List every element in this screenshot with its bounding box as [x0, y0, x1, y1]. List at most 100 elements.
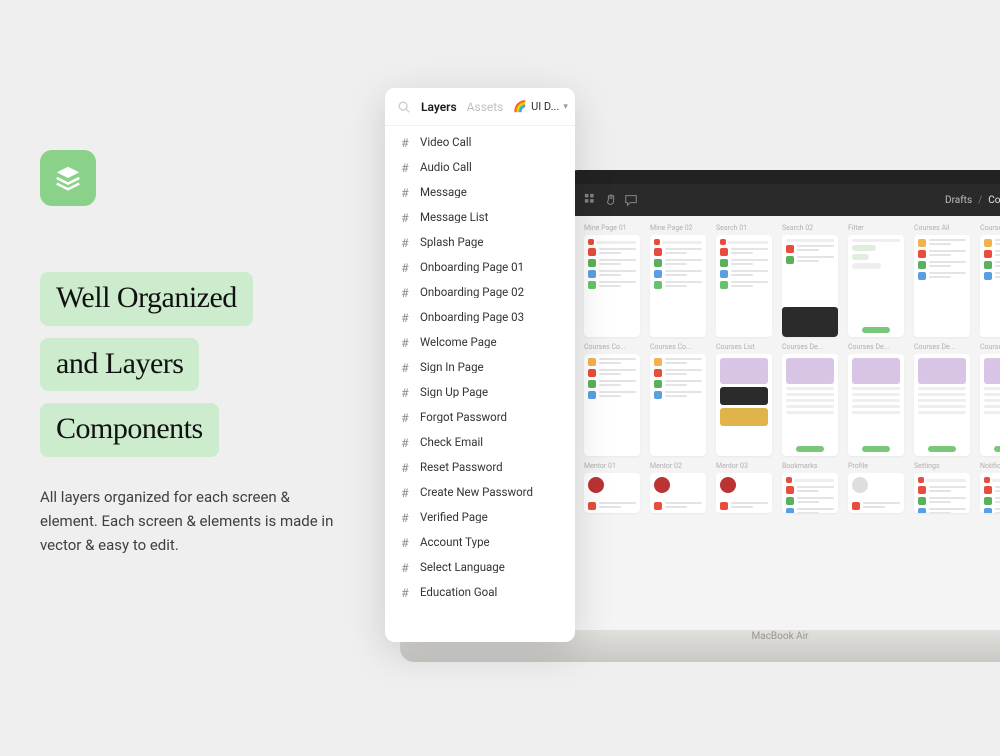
headline-line-1: Well Organized [40, 272, 253, 326]
project-selector[interactable]: 🌈 UI D... ▾ [513, 100, 567, 113]
breadcrumb-file[interactable]: Coursa - Online Learning M... [988, 195, 1000, 206]
frame-icon: # [399, 286, 411, 300]
layer-row[interactable]: # Onboarding Page 02 [385, 280, 575, 305]
canvas-frame[interactable]: Courses Co... [584, 343, 640, 456]
comment-tool-icon[interactable] [624, 193, 638, 207]
frame-label: Mentor 02 [650, 462, 682, 470]
layer-row[interactable]: # Education Goal [385, 580, 575, 605]
layer-label: Sign In Page [420, 362, 484, 374]
layer-row[interactable]: # Account Type [385, 530, 575, 555]
frame-preview [584, 354, 640, 456]
layer-row[interactable]: #Reset Password [385, 455, 575, 480]
layer-row[interactable]: #Video Call [385, 130, 575, 155]
layer-row[interactable]: #Message List [385, 205, 575, 230]
frame-icon: # [399, 211, 411, 225]
frame-label: Filter [848, 224, 864, 232]
layer-row[interactable]: # Sign In Page [385, 355, 575, 380]
canvas-frame[interactable]: Courses Su... [980, 224, 1000, 337]
canvas-frame[interactable]: Courses De... [980, 343, 1000, 456]
frame-preview [914, 473, 970, 513]
canvas-frame[interactable]: Courses De... [914, 343, 970, 456]
frame-icon: # [399, 411, 411, 425]
layer-row[interactable]: #Onboarding Page 01 [385, 255, 575, 280]
frame-icon: # [399, 536, 411, 550]
frame-label: Courses De... [980, 343, 1000, 351]
frame-label: Courses Co... [650, 343, 692, 351]
frame-label: Mentor 01 [584, 462, 616, 470]
layer-label: Sign Up Page [420, 387, 488, 399]
breadcrumb-folder[interactable]: Drafts [945, 195, 972, 206]
frame-icon: # [399, 586, 411, 600]
canvas-frame[interactable]: Search 01 [716, 224, 772, 337]
frame-icon: # [399, 461, 411, 475]
layer-row[interactable]: #Welcome Page [385, 330, 575, 355]
canvas-frame[interactable]: Mentor 03 [716, 462, 772, 513]
frame-preview [650, 354, 706, 456]
canvas-frame[interactable]: Mentor 02 [650, 462, 706, 513]
canvas-frame[interactable]: Profile [848, 462, 904, 513]
layer-row[interactable]: #Audio Call [385, 155, 575, 180]
layer-row[interactable]: # Message [385, 180, 575, 205]
canvas-frame[interactable]: Mine Page 01 [584, 224, 640, 337]
frame-icon: # [399, 361, 411, 375]
layer-row[interactable]: #Verified Page [385, 505, 575, 530]
move-tool-icon[interactable] [584, 193, 598, 207]
canvas-frame[interactable]: Courses De... [782, 343, 838, 456]
layer-label: Message [420, 187, 467, 199]
frame-preview [782, 473, 838, 513]
frame-label: Notification [980, 462, 1000, 470]
canvas-frame[interactable]: Notification [980, 462, 1000, 513]
layer-row[interactable]: #Onboarding Page 03 [385, 305, 575, 330]
frame-preview [650, 473, 706, 513]
layer-row[interactable]: #Sign Up Page [385, 380, 575, 405]
layer-row[interactable]: #Create New Password [385, 480, 575, 505]
breadcrumb-separator: / [978, 195, 982, 206]
layer-label: Onboarding Page 02 [420, 287, 524, 299]
layer-row[interactable]: #Select Language [385, 555, 575, 580]
headline-line-3: Components [40, 403, 219, 457]
canvas-frame[interactable]: Courses List [716, 343, 772, 456]
canvas-frame[interactable]: Courses All [914, 224, 970, 337]
frame-label: Search 02 [782, 224, 813, 232]
frame-label: Mine Page 02 [650, 224, 693, 232]
frame-icon: # [399, 511, 411, 525]
canvas-frame[interactable]: Bookmarks [782, 462, 838, 513]
canvas-frame[interactable]: Courses De... [848, 343, 904, 456]
hand-tool-icon[interactable] [604, 193, 618, 207]
layers-badge-icon [40, 150, 96, 206]
frame-label: Profile [848, 462, 868, 470]
layer-row[interactable]: # Forgot Password [385, 405, 575, 430]
canvas-frame[interactable]: Mentor 01 [584, 462, 640, 513]
canvas-frame[interactable]: Settings [914, 462, 970, 513]
figma-canvas[interactable]: Mine Page 01 Mine Page 02 Search 01 Search … [574, 216, 1000, 630]
frame-icon: # [399, 136, 411, 150]
frame-icon: # [399, 561, 411, 575]
canvas-frame[interactable]: Courses Co... [650, 343, 706, 456]
breadcrumb[interactable]: Drafts / Coursa - Online Learning M... ▾ [945, 193, 1000, 207]
search-icon[interactable] [397, 100, 411, 114]
frame-preview [848, 235, 904, 337]
layer-row[interactable]: #Splash Page [385, 230, 575, 255]
frame-preview [914, 354, 970, 456]
frame-label: Courses De... [848, 343, 889, 351]
canvas-frame[interactable]: Filter [848, 224, 904, 337]
tab-layers[interactable]: Layers [421, 100, 457, 114]
layer-label: Account Type [420, 537, 490, 549]
frame-label: Settings [914, 462, 940, 470]
layer-row[interactable]: #Check Email [385, 430, 575, 455]
layer-label: Onboarding Page 01 [420, 262, 524, 274]
canvas-frame[interactable]: Search 02 [782, 224, 838, 337]
frame-icon: # [399, 186, 411, 200]
canvas-frame[interactable]: Mine Page 02 [650, 224, 706, 337]
tab-assets[interactable]: Assets [467, 100, 504, 114]
frame-preview [980, 473, 1000, 513]
frame-icon: # [399, 336, 411, 350]
layer-label: Forgot Password [420, 412, 507, 424]
project-emoji: 🌈 [513, 100, 527, 113]
headline-line-2: and Layers [40, 338, 199, 392]
layer-label: Education Goal [420, 587, 497, 599]
frame-preview [716, 473, 772, 513]
frame-preview [716, 354, 772, 456]
frame-label: Courses List [716, 343, 755, 351]
laptop-brand-label: MacBook Air [752, 631, 809, 642]
